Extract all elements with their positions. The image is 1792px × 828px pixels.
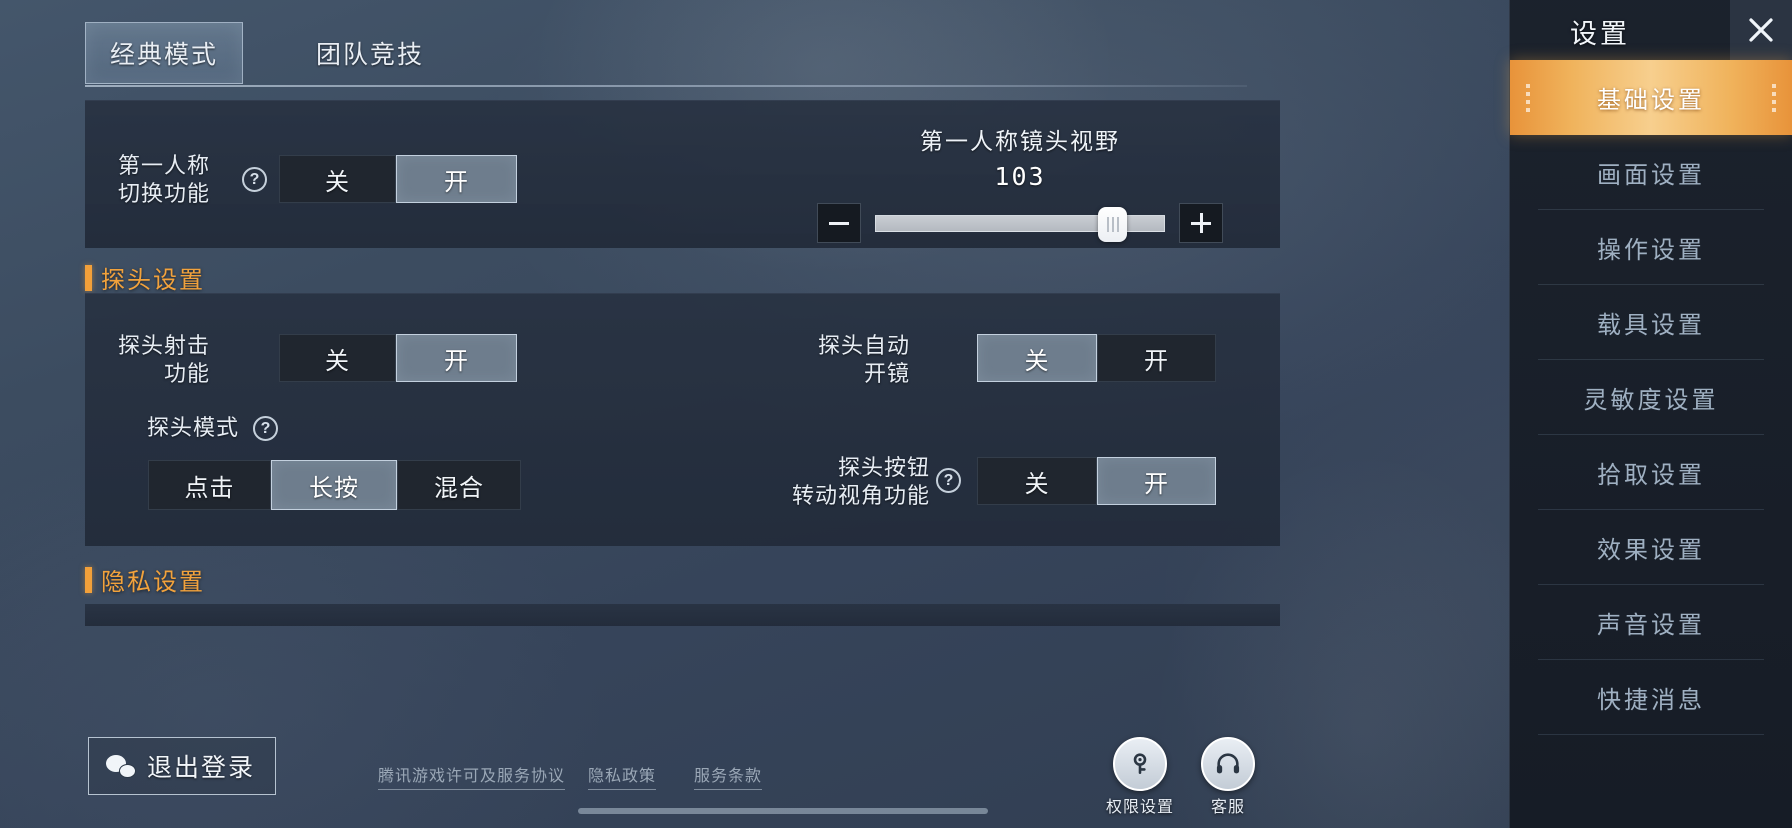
peek-button-rotate-toggle-on[interactable]: 开 <box>1097 457 1216 505</box>
privacy-section-heading: 隐私设置 <box>85 562 205 597</box>
settings-sidebar: 设置 基础设置 画面设置 操作设置 载具设置 灵敏度设置 拾取设置 效果设置 声… <box>1509 0 1792 828</box>
customer-service-caption: 客服 <box>1210 799 1246 816</box>
peek-mode-option-mixed[interactable]: 混合 <box>397 460 521 510</box>
peek-shoot-toggle-off[interactable]: 关 <box>279 334 396 382</box>
privacy-section-heading-label: 隐私设置 <box>101 569 205 596</box>
fov-slider-row <box>760 203 1280 243</box>
section-accent-bar <box>85 566 92 593</box>
peek-auto-scope-toggle: 关 开 <box>977 334 1216 382</box>
sidebar-item-sensitivity[interactable]: 灵敏度设置 <box>1510 360 1792 435</box>
grip-line-icon <box>1106 216 1109 232</box>
close-button[interactable] <box>1730 0 1792 60</box>
sidebar-title: 设置 <box>1570 19 1630 49</box>
fov-value: 103 <box>994 162 1046 191</box>
link-terms-of-service[interactable]: 服务条款 <box>694 762 763 790</box>
peek-shoot-toggle: 关 开 <box>279 334 517 382</box>
sidebar-item-graphics[interactable]: 画面设置 <box>1510 135 1792 210</box>
link-privacy-policy[interactable]: 隐私政策 <box>588 762 657 790</box>
sidebar-item-label: 快捷消息 <box>1597 687 1705 714</box>
tab-classic-mode[interactable]: 经典模式 <box>85 22 243 84</box>
first-person-toggle-label: 第一人称 切换功能 <box>117 153 210 206</box>
peek-button-rotate-label: 探头按钮 转动视角功能 <box>791 455 930 508</box>
sidebar-item-vehicles[interactable]: 载具设置 <box>1510 285 1792 360</box>
privacy-panel <box>85 604 1280 626</box>
grip-line-icon <box>1111 216 1114 232</box>
minus-icon <box>829 221 849 225</box>
sidebar-item-controls[interactable]: 操作设置 <box>1510 210 1792 285</box>
fov-increase-button[interactable] <box>1179 203 1223 243</box>
peek-auto-scope-toggle-off[interactable]: 关 <box>977 334 1097 382</box>
close-icon <box>1749 18 1773 42</box>
peek-shoot-toggle-on[interactable]: 开 <box>396 334 517 382</box>
mode-tabbar: 经典模式 团队竞技 <box>85 22 1430 84</box>
tab-team-deathmatch-label: 团队竞技 <box>315 41 424 69</box>
question-mark-icon[interactable]: ? <box>242 167 267 192</box>
dot-decoration-icon <box>1526 83 1530 112</box>
first-person-toggle-on[interactable]: 开 <box>396 155 517 203</box>
question-mark-icon[interactable]: ? <box>253 416 278 441</box>
plus-icon <box>1191 213 1211 233</box>
peek-auto-scope-label: 探头自动 开镜 <box>817 333 910 386</box>
sidebar-item-pickup[interactable]: 拾取设置 <box>1510 435 1792 510</box>
sidebar-header: 设置 <box>1510 0 1792 60</box>
peek-mode-option-hold[interactable]: 长按 <box>271 460 397 510</box>
tab-team-deathmatch[interactable]: 团队竞技 <box>290 22 450 84</box>
settings-content: 经典模式 团队竞技 第一人称 切换功能 ? 关 开 第一人称镜头视野 103 探… <box>0 0 1480 828</box>
sidebar-item-basic[interactable]: 基础设置 <box>1510 60 1792 135</box>
sidebar-item-label: 基础设置 <box>1597 87 1705 114</box>
logout-button[interactable]: 退出登录 <box>88 737 276 795</box>
sidebar-item-label: 声音设置 <box>1597 612 1705 639</box>
wechat-icon <box>106 754 136 778</box>
peek-section-heading: 探头设置 <box>85 260 205 295</box>
sidebar-item-label: 画面设置 <box>1597 162 1705 189</box>
sidebar-item-label: 拾取设置 <box>1597 462 1705 489</box>
sidebar-item-audio[interactable]: 声音设置 <box>1510 585 1792 660</box>
peek-section-heading-label: 探头设置 <box>101 267 205 294</box>
grip-line-icon <box>1116 216 1119 232</box>
fov-control-block: 第一人称镜头视野 103 <box>760 122 1280 243</box>
permission-key-icon <box>1113 737 1167 791</box>
peek-auto-scope-toggle-on[interactable]: 开 <box>1097 334 1216 382</box>
dot-decoration-icon <box>1772 83 1776 112</box>
fov-slider-track[interactable] <box>875 206 1165 242</box>
sidebar-item-label: 效果设置 <box>1597 537 1705 564</box>
sidebar-item-label: 灵敏度设置 <box>1583 387 1719 414</box>
peek-mode-selector: 点击 长按 混合 <box>148 460 521 510</box>
fov-title: 第一人称镜头视野 <box>920 128 1120 154</box>
tab-classic-mode-label: 经典模式 <box>109 41 218 69</box>
permission-settings-caption: 权限设置 <box>1105 799 1175 816</box>
sidebar-item-quick-messages[interactable]: 快捷消息 <box>1510 660 1792 735</box>
question-mark-icon[interactable]: ? <box>936 468 961 493</box>
section-accent-bar <box>85 264 92 291</box>
peek-shoot-label: 探头射击 功能 <box>117 333 210 386</box>
first-person-toggle: 关 开 <box>279 155 517 203</box>
peek-button-rotate-toggle-off[interactable]: 关 <box>977 457 1097 505</box>
fov-decrease-button[interactable] <box>817 203 861 243</box>
customer-service-button[interactable]: 客服 <box>1201 737 1255 816</box>
tab-underline <box>85 85 1247 87</box>
sidebar-item-effects[interactable]: 效果设置 <box>1510 510 1792 585</box>
fov-slider-handle[interactable] <box>1098 206 1127 242</box>
permission-settings-button[interactable]: 权限设置 <box>1106 737 1173 816</box>
sidebar-item-label: 操作设置 <box>1597 237 1705 264</box>
horizontal-scrollbar[interactable] <box>578 808 988 814</box>
peek-button-rotate-toggle: 关 开 <box>977 457 1216 505</box>
link-license-agreement[interactable]: 腾讯游戏许可及服务协议 <box>378 762 566 790</box>
peek-mode-option-tap[interactable]: 点击 <box>148 460 271 510</box>
logout-button-label: 退出登录 <box>147 754 256 782</box>
headset-support-icon <box>1201 737 1255 791</box>
sidebar-item-label: 载具设置 <box>1597 312 1705 339</box>
first-person-toggle-off[interactable]: 关 <box>279 155 396 203</box>
